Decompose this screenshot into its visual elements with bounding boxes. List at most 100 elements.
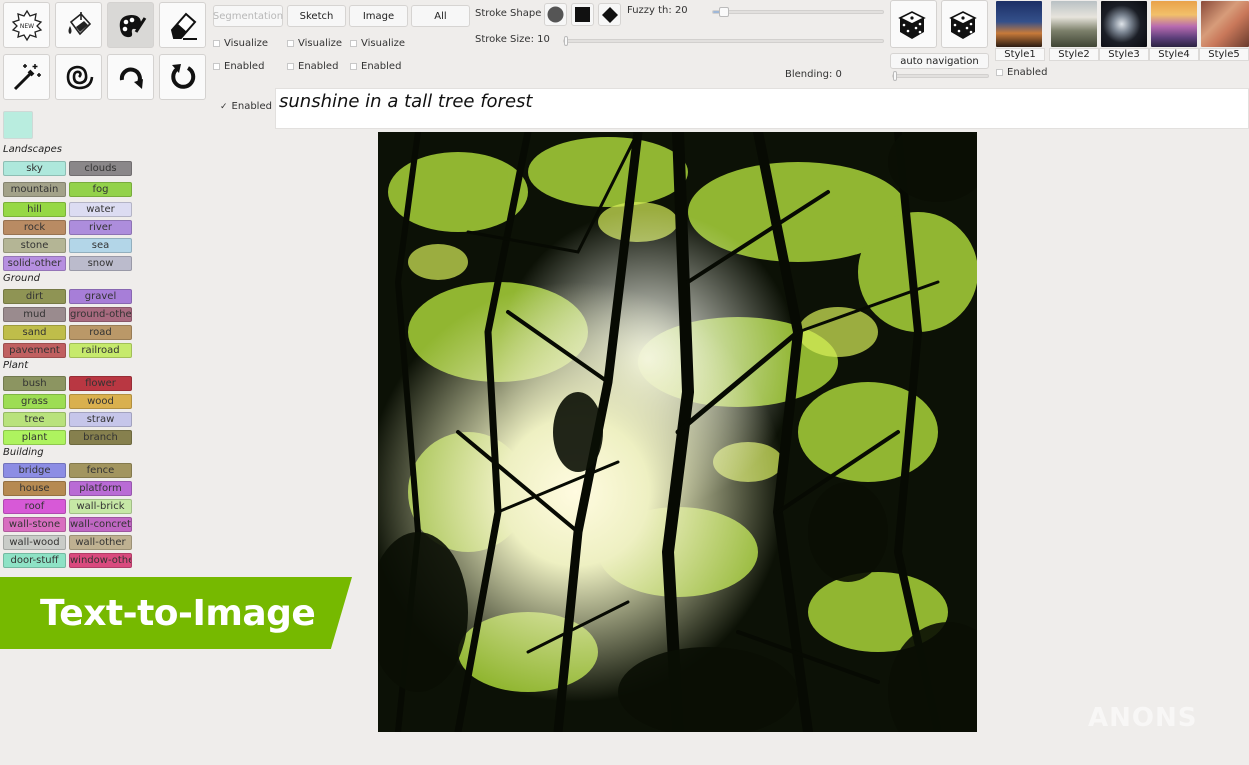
label-roof[interactable]: roof (3, 499, 66, 514)
label-sea[interactable]: sea (69, 238, 132, 253)
stroke-shape-square-button[interactable] (571, 3, 594, 26)
segmentation-mode-button[interactable]: Segmentation (213, 5, 283, 27)
sketch-mode-button[interactable]: Sketch (287, 5, 346, 27)
checkbox-box (996, 69, 1003, 76)
magic-wand-button[interactable] (3, 54, 50, 100)
label-wall-other[interactable]: wall-other (69, 535, 132, 550)
label-fog[interactable]: fog (69, 182, 132, 197)
checkmark-icon: ✓ (220, 101, 228, 112)
text-prompt-input[interactable]: sunshine in a tall tree forest (275, 88, 1249, 129)
label-wood[interactable]: wood (69, 394, 132, 409)
eraser-icon (170, 12, 197, 40)
text-enabled-checkbox[interactable]: ✓ Enabled (220, 101, 272, 112)
label-plant[interactable]: plant (3, 430, 66, 445)
auto-navigation-button[interactable]: auto navigation (890, 53, 989, 69)
checkbox-label: Visualize (361, 38, 406, 49)
style1-label[interactable]: Style1 (995, 48, 1045, 61)
stroke-shape-circle-button[interactable] (544, 3, 567, 26)
style-enabled-checkbox[interactable]: Enabled (996, 67, 1047, 78)
category-building: Building (3, 447, 44, 458)
segmentation-visualize-checkbox[interactable]: Visualize (213, 38, 268, 49)
image-visualize-checkbox[interactable]: Visualize (350, 38, 405, 49)
style4-thumbnail[interactable] (1151, 1, 1197, 47)
label-dirt[interactable]: dirt (3, 289, 66, 304)
label-window-other[interactable]: window-other (69, 553, 132, 568)
checkbox-box (213, 63, 220, 70)
label-bush[interactable]: bush (3, 376, 66, 391)
all-mode-button[interactable]: All (411, 5, 470, 27)
label-grass[interactable]: grass (3, 394, 66, 409)
label-wall-concrete[interactable]: wall-concrete (69, 517, 132, 532)
label-stone[interactable]: stone (3, 238, 66, 253)
generated-image-canvas[interactable] (378, 132, 977, 732)
label-wall-wood[interactable]: wall-wood (3, 535, 66, 550)
image-enabled-checkbox[interactable]: Enabled (350, 61, 401, 72)
label-sky[interactable]: sky (3, 161, 66, 176)
label-solid-other[interactable]: solid-other (3, 256, 66, 271)
random-seed-button-2[interactable] (941, 0, 988, 48)
sketch-visualize-checkbox[interactable]: Visualize (287, 38, 342, 49)
style5-thumbnail[interactable] (1201, 1, 1249, 47)
label-railroad[interactable]: railroad (69, 343, 132, 358)
redo-icon (119, 67, 143, 89)
paint-bucket-button[interactable] (55, 2, 102, 48)
label-gravel[interactable]: gravel (69, 289, 132, 304)
label-branch[interactable]: branch (69, 430, 132, 445)
category-landscapes: Landscapes (3, 144, 62, 155)
label-bridge[interactable]: bridge (3, 463, 66, 478)
label-tree[interactable]: tree (3, 412, 66, 427)
new-canvas-button[interactable]: NEW (3, 2, 50, 48)
style1-thumbnail[interactable] (996, 1, 1042, 47)
label-snow[interactable]: snow (69, 256, 132, 271)
label-ground-other[interactable]: ground-other (69, 307, 132, 322)
stroke-shape-diamond-button[interactable] (598, 3, 621, 26)
fuzzy-threshold-slider[interactable] (712, 7, 884, 17)
label-flower[interactable]: flower (69, 376, 132, 391)
sketch-enabled-checkbox[interactable]: Enabled (287, 61, 338, 72)
label-rock[interactable]: rock (3, 220, 66, 235)
label-straw[interactable]: straw (69, 412, 132, 427)
blending-slider[interactable] (892, 71, 989, 81)
forest-canopy-image (378, 132, 977, 732)
style3-thumbnail[interactable] (1101, 1, 1147, 47)
label-house[interactable]: house (3, 481, 66, 496)
segmentation-enabled-checkbox[interactable]: Enabled (213, 61, 264, 72)
checkbox-label: Enabled (224, 61, 265, 72)
style2-thumbnail[interactable] (1051, 1, 1097, 47)
refresh-icon (170, 64, 195, 89)
label-mountain[interactable]: mountain (3, 182, 66, 197)
style5-label[interactable]: Style5 (1199, 48, 1249, 61)
label-water[interactable]: water (69, 202, 132, 217)
current-color-swatch[interactable] (3, 111, 33, 139)
label-wall-brick[interactable]: wall-brick (69, 499, 132, 514)
label-door-stuff[interactable]: door-stuff (3, 553, 66, 568)
style2-label[interactable]: Style2 (1049, 48, 1099, 61)
checkbox-label: Enabled (298, 61, 339, 72)
label-mud[interactable]: mud (3, 307, 66, 322)
image-mode-button[interactable]: Image (349, 5, 408, 27)
slider-thumb[interactable] (893, 71, 897, 81)
palette-button[interactable] (107, 2, 154, 48)
label-river[interactable]: river (69, 220, 132, 235)
stroke-shape-label: Stroke Shape (475, 8, 542, 19)
label-wall-stone[interactable]: wall-stone (3, 517, 66, 532)
label-hill[interactable]: hill (3, 202, 66, 217)
spiral-button[interactable] (55, 54, 102, 100)
redo-button[interactable] (107, 54, 154, 100)
eraser-button[interactable] (159, 2, 206, 48)
refresh-button[interactable] (159, 54, 206, 100)
random-seed-button-1[interactable] (890, 0, 937, 48)
style4-label[interactable]: Style4 (1149, 48, 1199, 61)
label-road[interactable]: road (69, 325, 132, 340)
slider-thumb[interactable] (719, 7, 729, 17)
label-clouds[interactable]: clouds (69, 161, 132, 176)
label-sand[interactable]: sand (3, 325, 66, 340)
label-pavement[interactable]: pavement (3, 343, 66, 358)
label-platform[interactable]: platform (69, 481, 132, 496)
style3-label[interactable]: Style3 (1099, 48, 1149, 61)
slider-thumb[interactable] (564, 36, 568, 46)
stroke-size-slider[interactable] (563, 36, 884, 46)
checkbox-label: Visualize (298, 38, 343, 49)
checkbox-label: Enabled (1007, 67, 1048, 78)
label-fence[interactable]: fence (69, 463, 132, 478)
